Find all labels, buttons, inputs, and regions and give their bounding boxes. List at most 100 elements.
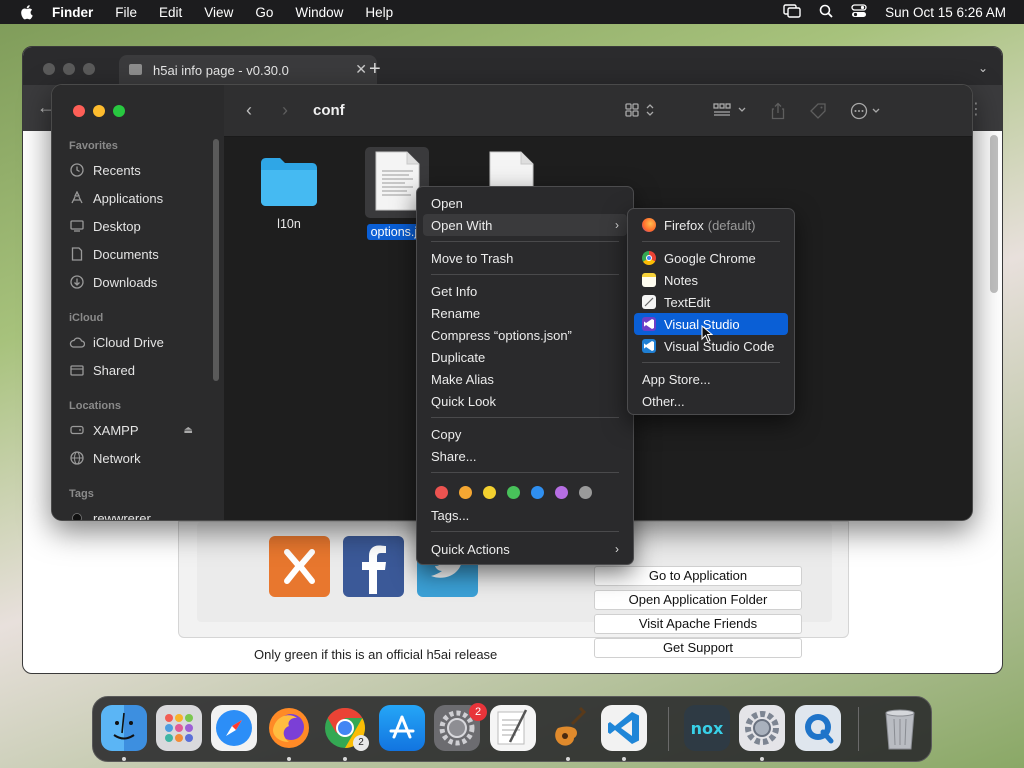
minimize-window-light[interactable] — [93, 105, 105, 117]
tag-color-yellow[interactable] — [483, 486, 496, 499]
sidebar-item-tag[interactable]: rewwrerer — [69, 507, 219, 520]
app-item-firefox[interactable]: Firefox (default) — [634, 214, 788, 236]
menu-item-open-with[interactable]: Open With › — [423, 214, 627, 236]
menu-item-label: Copy — [431, 426, 462, 442]
menu-item-make-alias[interactable]: Make Alias — [423, 368, 627, 390]
close-window-light[interactable] — [73, 105, 85, 117]
menu-item-quick-actions[interactable]: Quick Actions › — [423, 538, 627, 560]
finder-dock-icon[interactable] — [101, 705, 147, 751]
safari-dock-icon[interactable] — [211, 705, 257, 751]
visit-apache-friends-button[interactable]: Visit Apache Friends — [594, 614, 802, 634]
tag-color-blue[interactable] — [531, 486, 544, 499]
apple-icon[interactable] — [19, 4, 35, 20]
textedit-dock-icon[interactable] — [490, 705, 536, 751]
sidebar-item-label: Downloads — [93, 274, 158, 290]
xampp-logo-icon[interactable] — [269, 536, 330, 597]
menu-item-open[interactable]: Open — [423, 192, 627, 214]
default-suffix: (default) — [707, 217, 756, 233]
dock-separator — [858, 707, 859, 751]
forward-chevron-icon[interactable]: › — [282, 100, 288, 121]
menu-item-move-to-trash[interactable]: Move to Trash — [423, 247, 627, 269]
app-item-google-chrome[interactable]: Google Chrome — [634, 247, 788, 269]
firefox-dock-icon[interactable] — [266, 705, 312, 751]
back-chevron-icon[interactable]: ‹ — [246, 100, 252, 121]
garageband-dock-icon[interactable] — [545, 705, 591, 751]
app-item-other[interactable]: Other... — [634, 390, 788, 412]
file-item-l10n[interactable]: l10n — [254, 155, 324, 232]
app-store-dock-icon[interactable] — [379, 705, 425, 751]
facebook-logo-icon[interactable] — [343, 536, 404, 597]
tab-close-icon[interactable]: ✕ — [355, 61, 367, 78]
nox-player-dock-icon[interactable]: nox — [684, 705, 730, 751]
trash-dock-icon[interactable] — [877, 705, 923, 751]
quicktime-dock-icon[interactable] — [795, 705, 841, 751]
submenu-chevron-icon: › — [615, 218, 619, 232]
menu-item-share[interactable]: Share... — [423, 445, 627, 467]
tag-color-gray[interactable] — [579, 486, 592, 499]
menu-window[interactable]: Window — [295, 5, 343, 20]
more-actions-icon[interactable] — [850, 102, 886, 120]
spotlight-search-icon[interactable] — [819, 4, 833, 21]
eject-icon[interactable]: ⏏ — [184, 425, 193, 436]
menu-file[interactable]: File — [115, 5, 137, 20]
network-globe-icon — [69, 450, 85, 466]
sidebar-item-recents[interactable]: Recents — [69, 159, 219, 181]
sidebar-item-desktop[interactable]: Desktop — [69, 215, 219, 237]
tag-color-green[interactable] — [507, 486, 520, 499]
menu-item-rename[interactable]: Rename — [423, 302, 627, 324]
tag-icon[interactable] — [809, 102, 827, 120]
share-icon[interactable] — [770, 102, 786, 120]
browser-scrollbar[interactable] — [990, 135, 998, 293]
menu-clock[interactable]: Sun Oct 15 6:26 AM — [885, 5, 1006, 20]
tag-color-red[interactable] — [435, 486, 448, 499]
sidebar-item-label: XAMPP — [93, 422, 139, 438]
browser-close-light[interactable] — [43, 63, 55, 75]
group-by-icon[interactable] — [713, 102, 749, 118]
sidebar-item-icloud-drive[interactable]: iCloud Drive — [69, 331, 219, 353]
menu-item-quick-look[interactable]: Quick Look — [423, 390, 627, 412]
launchpad-dock-icon[interactable] — [156, 705, 202, 751]
sidebar-item-xampp[interactable]: XAMPP ⏏ — [69, 419, 219, 441]
new-tab-button[interactable]: + — [369, 59, 381, 79]
menu-item-tags[interactable]: Tags... — [423, 504, 627, 526]
go-to-application-button[interactable]: Go to Application — [594, 566, 802, 586]
browser-tab[interactable]: h5ai info page - v0.30.0 ✕ — [119, 55, 377, 85]
menu-app-name[interactable]: Finder — [52, 5, 93, 20]
settings-notification-badge: 2 — [469, 703, 487, 721]
sidebar-scrollbar[interactable] — [213, 139, 219, 381]
sidebar-item-applications[interactable]: Applications — [69, 187, 219, 209]
tag-color-purple[interactable] — [555, 486, 568, 499]
browser-minimize-light[interactable] — [63, 63, 75, 75]
menu-go[interactable]: Go — [255, 5, 273, 20]
sidebar-item-downloads[interactable]: Downloads — [69, 271, 219, 293]
screen-mirroring-icon[interactable] — [783, 3, 801, 21]
desktop-icon — [69, 218, 85, 234]
open-application-folder-button[interactable]: Open Application Folder — [594, 590, 802, 610]
sidebar-item-documents[interactable]: Documents — [69, 243, 219, 265]
sidebar-item-shared[interactable]: Shared — [69, 359, 219, 381]
menu-view[interactable]: View — [204, 5, 233, 20]
settings-gear-dock-icon[interactable] — [739, 705, 785, 751]
menu-item-copy[interactable]: Copy — [423, 423, 627, 445]
zoom-window-light[interactable] — [113, 105, 125, 117]
app-item-textedit[interactable]: TextEdit — [634, 291, 788, 313]
menu-item-get-info[interactable]: Get Info — [423, 280, 627, 302]
sidebar-item-network[interactable]: Network — [69, 447, 219, 469]
folder-tab-icon — [129, 64, 142, 75]
svg-text:nox: nox — [691, 719, 724, 738]
file-item-partial[interactable] — [486, 151, 536, 191]
menu-edit[interactable]: Edit — [159, 5, 182, 20]
menu-help[interactable]: Help — [365, 5, 393, 20]
tag-color-orange[interactable] — [459, 486, 472, 499]
browser-zoom-light[interactable] — [83, 63, 95, 75]
tab-list-chevron-icon[interactable]: ⌄ — [978, 61, 988, 75]
menu-item-duplicate[interactable]: Duplicate — [423, 346, 627, 368]
get-support-button[interactable]: Get Support — [594, 638, 802, 658]
menu-item-compress[interactable]: Compress “options.json” — [423, 324, 627, 346]
control-center-icon[interactable] — [851, 3, 867, 21]
app-item-app-store[interactable]: App Store... — [634, 368, 788, 390]
icon-view-grid-icon[interactable] — [625, 102, 657, 118]
app-item-notes[interactable]: Notes — [634, 269, 788, 291]
vscode-dock-icon[interactable] — [601, 705, 647, 751]
finder-sidebar: Favorites Recents Applications Desktop D… — [52, 85, 224, 520]
